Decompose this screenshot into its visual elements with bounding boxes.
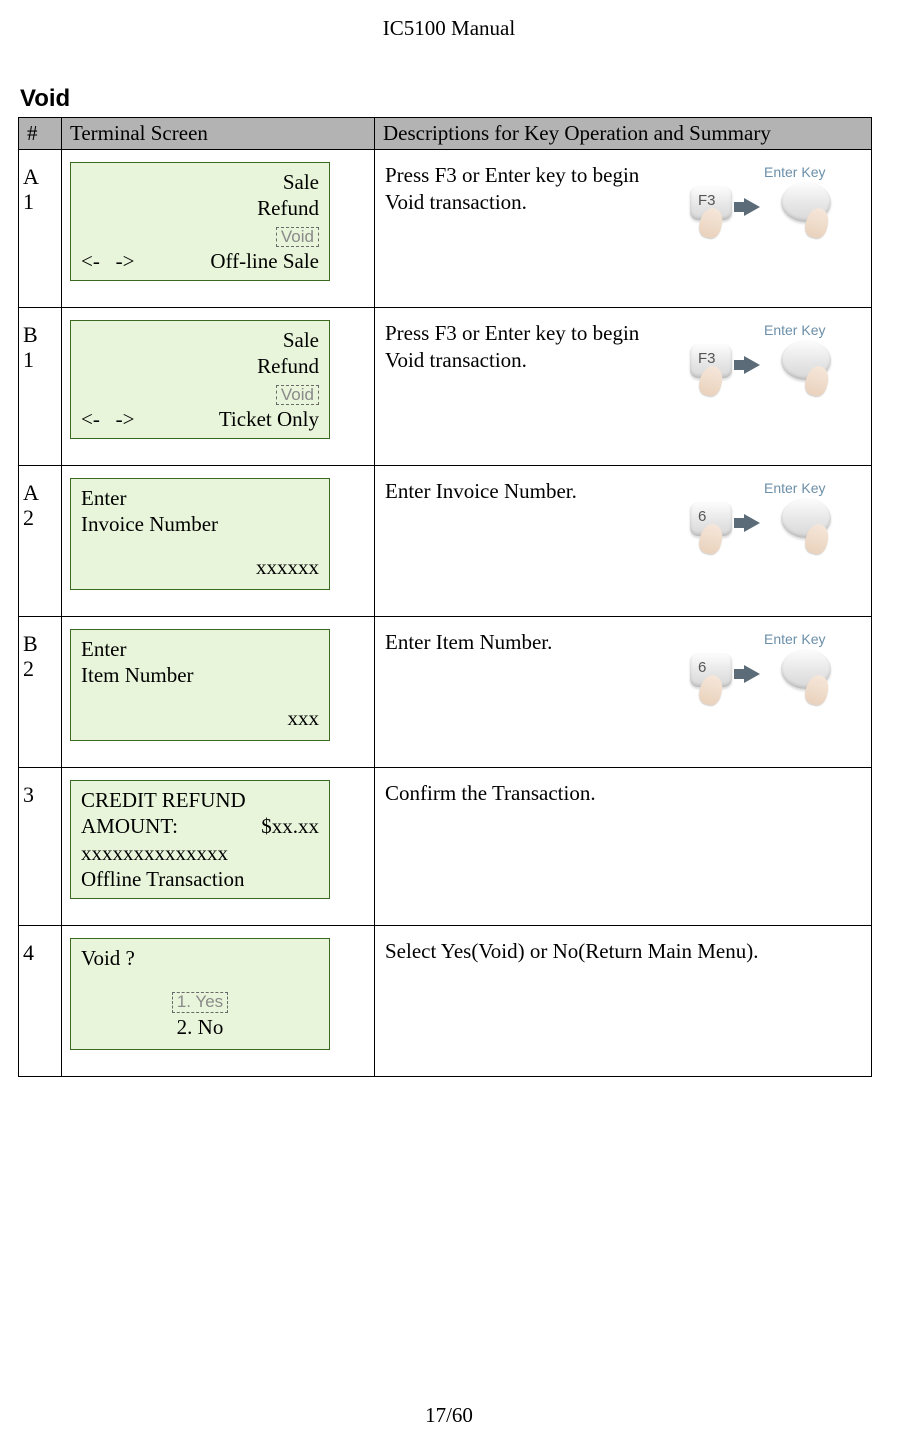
amount-value: $xx.xx: [261, 813, 319, 839]
screen-line-refund: Refund: [81, 195, 319, 221]
row-id-prefix: A: [23, 480, 57, 505]
description-cell: Confirm the Transaction.: [375, 768, 872, 926]
row-id-number: 2: [23, 505, 57, 530]
row-id-number: 3: [23, 782, 57, 807]
nav-option: Off-line Sale: [210, 248, 319, 274]
terminal-screen-cell: Enter Item Number xxx: [62, 617, 375, 768]
table-row: 3 CREDIT REFUND AMOUNT: $xx.xx xxxxxxxxx…: [19, 768, 872, 926]
row-id-prefix: B: [23, 631, 57, 656]
screen-line-refund: Refund: [81, 353, 319, 379]
screen-void-highlight: Void: [81, 380, 319, 406]
row-id-cell: 3: [19, 768, 62, 926]
amount-label: AMOUNT:: [81, 813, 178, 839]
row-id-prefix: A: [23, 164, 57, 189]
arrow-icon: [744, 356, 760, 374]
step-description: Enter Item Number.: [385, 629, 686, 656]
terminal-screen-cell: Sale Refund Void <- -> Off-line Sale: [62, 150, 375, 308]
screen-line-sale: Sale: [81, 169, 319, 195]
description-cell: Enter Invoice Number. Enter Key 6: [375, 466, 872, 617]
no-option: 2. No: [81, 1014, 319, 1040]
row-id-cell: B 1: [19, 308, 62, 466]
key-illustration: Enter Key 6: [686, 631, 861, 715]
page-number: 17/60: [425, 1403, 473, 1427]
table-row: A 2 Enter Invoice Number xxxxxx Enter In…: [19, 466, 872, 617]
description-cell: Press F3 or Enter key to begin Void tran…: [375, 150, 872, 308]
row-id-number: 4: [23, 940, 57, 965]
screen-value: xxx: [81, 705, 319, 731]
void-label: Void: [276, 385, 319, 406]
nav-arrows: <- ->: [81, 248, 134, 274]
screen-xxxx: xxxxxxxxxxxxxx: [81, 840, 319, 866]
row-id-cell: A 2: [19, 466, 62, 617]
enter-key-label: Enter Key: [764, 480, 825, 496]
terminal-screen: Sale Refund Void <- -> Ticket Only: [70, 320, 330, 439]
arrow-icon: [744, 665, 760, 683]
nav-option: Ticket Only: [219, 406, 319, 432]
section-title: Void: [18, 85, 872, 113]
terminal-screen-cell: Sale Refund Void <- -> Ticket Only: [62, 308, 375, 466]
row-id-number: 1: [23, 347, 57, 372]
arrow-icon: [744, 514, 760, 532]
enter-key-label: Enter Key: [764, 322, 825, 338]
table-row: B 1 Sale Refund Void <- -> Ticket Only: [19, 308, 872, 466]
row-id-prefix: B: [23, 322, 57, 347]
description-cell: Enter Item Number. Enter Key 6: [375, 617, 872, 768]
step-description: Select Yes(Void) or No(Return Main Menu)…: [385, 938, 861, 965]
description-cell: Select Yes(Void) or No(Return Main Menu)…: [375, 926, 872, 1077]
screen-nav-row: <- -> Off-line Sale: [81, 248, 319, 274]
enter-key-label: Enter Key: [764, 631, 825, 647]
screen-nav-row: <- -> Ticket Only: [81, 406, 319, 432]
screen-credit-refund: CREDIT REFUND: [81, 787, 319, 813]
content-area: Void # Terminal Screen Descriptions for …: [0, 41, 898, 1077]
terminal-screen: Void ? 1. Yes 2. No: [70, 938, 330, 1050]
key-illustration: Enter Key 6: [686, 480, 861, 564]
col-id: #: [19, 118, 62, 150]
screen-void-highlight: Void: [81, 222, 319, 248]
row-id-cell: A 1: [19, 150, 62, 308]
row-id-cell: 4: [19, 926, 62, 1077]
screen-enter: Enter: [81, 636, 319, 662]
void-label: Void: [276, 227, 319, 248]
terminal-screen-cell: Void ? 1. Yes 2. No: [62, 926, 375, 1077]
step-description: Press F3 or Enter key to begin Void tran…: [385, 162, 686, 217]
screen-yes-row: 1. Yes: [81, 987, 319, 1013]
table-row: 4 Void ? 1. Yes 2. No Select Yes(Void) o…: [19, 926, 872, 1077]
key-illustration: Enter Key F3: [686, 322, 861, 406]
terminal-screen: Sale Refund Void <- -> Off-line Sale: [70, 162, 330, 281]
nav-arrows: <- ->: [81, 406, 134, 432]
page-header: IC5100 Manual: [0, 0, 898, 41]
table-header-row: # Terminal Screen Descriptions for Key O…: [19, 118, 872, 150]
table-row: A 1 Sale Refund Void <- -> Off-line Sale: [19, 150, 872, 308]
terminal-screen-cell: Enter Invoice Number xxxxxx: [62, 466, 375, 617]
step-description: Press F3 or Enter key to begin Void tran…: [385, 320, 686, 375]
step-description: Enter Invoice Number.: [385, 478, 686, 505]
screen-offline: Offline Transaction: [81, 866, 319, 892]
col-desc: Descriptions for Key Operation and Summa…: [375, 118, 872, 150]
row-id-number: 2: [23, 656, 57, 681]
table-row: B 2 Enter Item Number xxx Enter Item Num…: [19, 617, 872, 768]
screen-invoice-number: Invoice Number: [81, 511, 319, 537]
screen-amount-row: AMOUNT: $xx.xx: [81, 813, 319, 839]
document-title: IC5100 Manual: [383, 16, 515, 40]
col-screen: Terminal Screen: [62, 118, 375, 150]
yes-option: 1. Yes: [172, 992, 228, 1013]
description-cell: Press F3 or Enter key to begin Void tran…: [375, 308, 872, 466]
enter-key-label: Enter Key: [764, 164, 825, 180]
arrow-icon: [744, 198, 760, 216]
terminal-screen: CREDIT REFUND AMOUNT: $xx.xx xxxxxxxxxxx…: [70, 780, 330, 899]
screen-enter: Enter: [81, 485, 319, 511]
screen-item-number: Item Number: [81, 662, 319, 688]
page-footer: 17/60: [0, 1403, 898, 1428]
row-id-cell: B 2: [19, 617, 62, 768]
screen-line-sale: Sale: [81, 327, 319, 353]
key-illustration: Enter Key F3: [686, 164, 861, 248]
terminal-screen: Enter Item Number xxx: [70, 629, 330, 741]
step-description: Confirm the Transaction.: [385, 780, 861, 807]
screen-value: xxxxxx: [81, 554, 319, 580]
terminal-screen-cell: CREDIT REFUND AMOUNT: $xx.xx xxxxxxxxxxx…: [62, 768, 375, 926]
terminal-screen: Enter Invoice Number xxxxxx: [70, 478, 330, 590]
void-steps-table: # Terminal Screen Descriptions for Key O…: [18, 117, 872, 1077]
row-id-number: 1: [23, 189, 57, 214]
screen-void-prompt: Void ?: [81, 945, 319, 971]
